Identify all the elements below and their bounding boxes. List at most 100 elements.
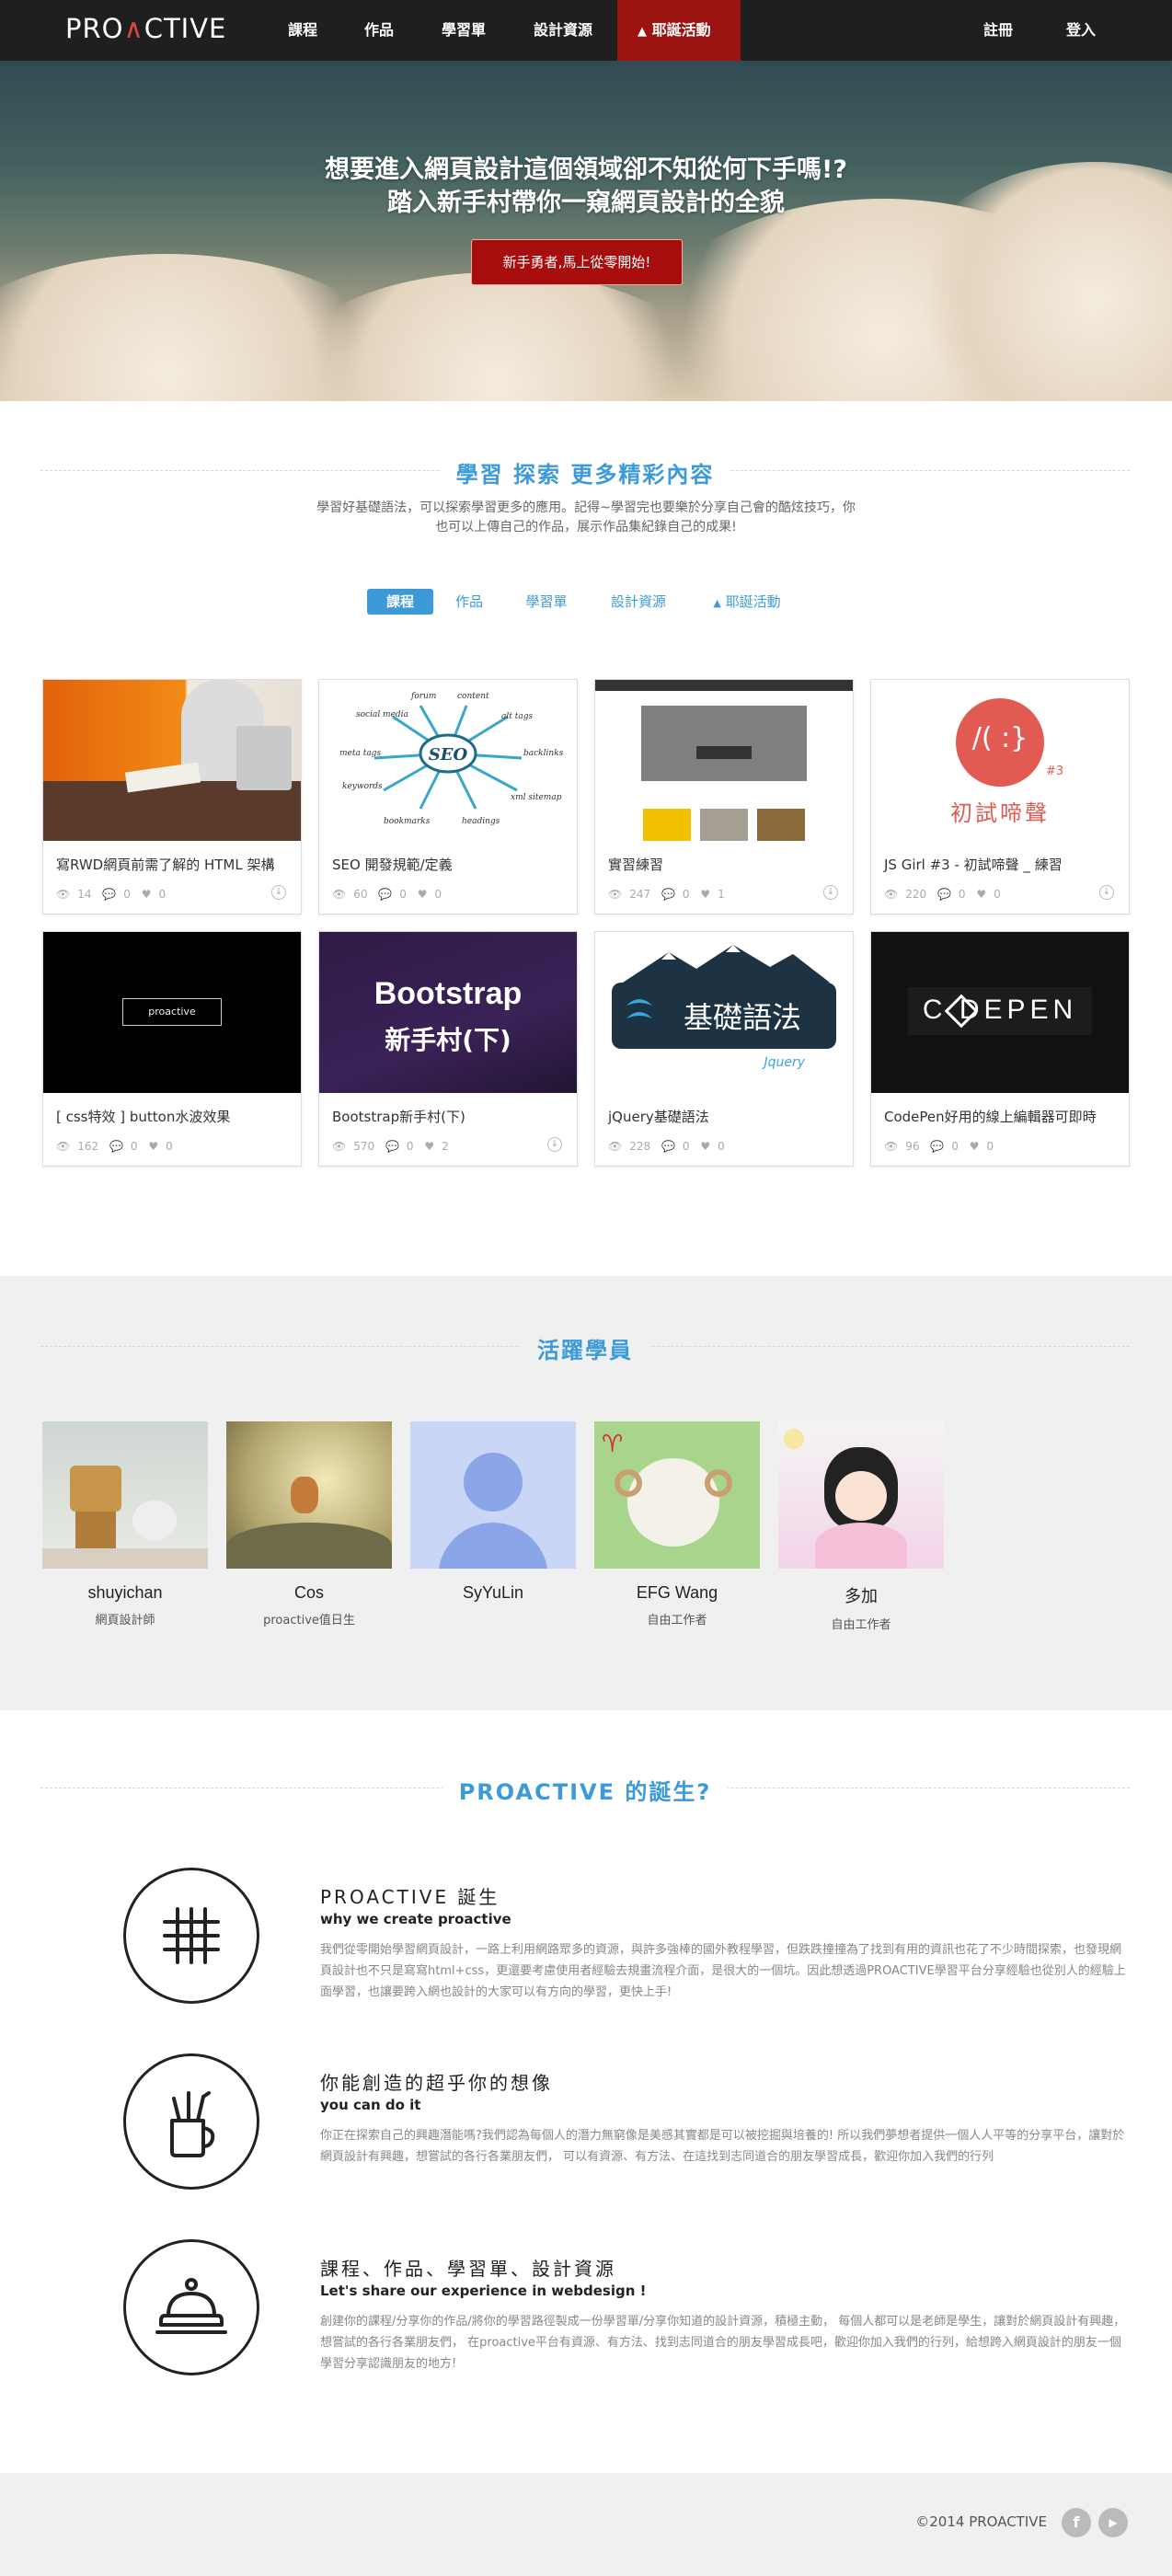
nav-christmas-event[interactable]: ▲ 耶誕活動 [617, 0, 741, 61]
nav-worksheets[interactable]: 學習單 [442, 0, 486, 61]
course-card[interactable]: proactive [ css特效 ] button水波效果 👁 162 💬 0 ♥… [42, 931, 302, 1167]
member-name: EFG Wang [636, 1583, 718, 1602]
member-name: 多加 [845, 1587, 878, 1605]
comment-icon: 💬 [936, 888, 951, 901]
member-card[interactable]: shuyichan 網頁設計師 [42, 1421, 208, 1627]
card-stats: 👁 220 💬 0 ♥ 0 [884, 888, 1008, 901]
card-stats: 👁 96 💬 0 ♥ 0 [884, 1140, 1001, 1153]
youtube-icon[interactable]: ▶ [1098, 2508, 1128, 2537]
like-count: 2 [442, 1140, 449, 1153]
start-button[interactable]: 新手勇者,馬上從零開始! [471, 239, 683, 285]
login-link[interactable]: 登入 [1066, 0, 1096, 61]
explore-heading: 學習 探索 更多精彩內容 [40, 456, 1130, 488]
members-heading: 活躍學員 [40, 1332, 1130, 1363]
comment-count: 0 [399, 888, 407, 901]
card-stats: 👁 247 💬 0 ♥ 1 [608, 888, 732, 901]
comment-icon: 💬 [378, 888, 393, 901]
download-icon[interactable]: ↓ [547, 1137, 562, 1152]
course-card[interactable]: /( :} #3 初試啼聲 JS Girl #3 - 初試啼聲 _ 練習 👁 22… [870, 679, 1130, 914]
seo-illustration: SEO social media forum content alt tags … [339, 692, 564, 826]
eye-icon: 👁 [884, 1140, 899, 1153]
member-card[interactable]: SyYuLin [410, 1421, 576, 1610]
download-icon[interactable]: ↓ [271, 885, 286, 900]
svg-text:headings: headings [462, 817, 500, 826]
tab-christmas[interactable]: ▲ 耶誕活動 [705, 589, 789, 615]
course-card[interactable]: C DEPEN CodePen好用的線上編輯器可即時 👁 96 💬 0 ♥ 0 [870, 931, 1130, 1167]
member-name: shuyichan [87, 1583, 163, 1602]
course-card[interactable]: 實習練習 👁 247 💬 0 ♥ 1 ↓ [594, 679, 854, 914]
avatar[interactable]: ♈ [594, 1421, 760, 1569]
like-count: 0 [434, 888, 442, 901]
member-card[interactable]: Cos proactive值日生 [226, 1421, 392, 1627]
view-count: 220 [905, 888, 927, 901]
hero-title-line1: 想要進入網頁設計這個領域卻不知從何下手嗎!? [325, 155, 847, 184]
explore-heading-text: 學習 探索 更多精彩內容 [439, 462, 731, 488]
like-count: 0 [158, 888, 167, 901]
card-thumbnail: C DEPEN [871, 932, 1129, 1093]
comment-count: 0 [682, 888, 690, 901]
member-role: 自由工作者 [647, 1614, 707, 1627]
avatar[interactable] [226, 1421, 392, 1569]
view-count: 96 [905, 1140, 920, 1153]
tab-design-resources[interactable]: 設計資源 [602, 589, 675, 615]
card-stats: 👁 228 💬 0 ♥ 0 [608, 1140, 732, 1153]
hero-title-line2: 踏入新手村帶你一窺網頁設計的全貌 [387, 189, 785, 217]
course-card[interactable]: 基礎語法 Jquery jQuery基礎語法 👁 228 💬 0 ♥ 0 [594, 931, 854, 1167]
svg-text:alt tags: alt tags [501, 712, 533, 721]
svg-text:Jquery: Jquery [761, 1055, 805, 1070]
nav-courses[interactable]: 課程 [288, 0, 317, 61]
like-count: 0 [166, 1140, 173, 1153]
copyright: ©2014 PROACTIVE [915, 2513, 1047, 2530]
tab-courses[interactable]: 課程 [367, 589, 433, 615]
view-count: 228 [629, 1140, 651, 1153]
heart-icon: ♥ [148, 1140, 159, 1153]
view-count: 14 [77, 888, 92, 901]
avatar[interactable] [778, 1421, 944, 1569]
nav-works[interactable]: 作品 [364, 0, 394, 61]
heart-icon: ♥ [700, 888, 711, 901]
course-card[interactable]: Bootstrap 新手村(下) Bootstrap新手村(下) 👁 570 💬 0… [318, 931, 578, 1167]
content-tabs: 課程 作品 學習單 設計資源 ▲ 耶誕活動 [0, 589, 1172, 615]
card-stats: 👁 570 💬 0 ♥ 2 [332, 1140, 456, 1153]
heart-icon: ♥ [141, 888, 152, 901]
member-card[interactable]: 多加 自由工作者 [778, 1421, 944, 1632]
card-title: jQuery基礎語法 [608, 1109, 709, 1125]
card-stats: 👁 162 💬 0 ♥ 0 [56, 1140, 180, 1153]
tab-christmas-label: 耶誕活動 [725, 593, 781, 610]
comment-count: 0 [682, 1140, 690, 1153]
svg-text:keywords: keywords [342, 782, 383, 791]
footer: ©2014 PROACTIVE f ▶ [0, 2473, 1172, 2576]
member-name: SyYuLin [462, 1583, 524, 1602]
heart-icon: ♥ [424, 1140, 435, 1153]
tab-works[interactable]: 作品 [447, 589, 491, 615]
card-thumbnail [595, 680, 853, 841]
member-card[interactable]: ♈ EFG Wang 自由工作者 [594, 1421, 760, 1627]
view-count: 570 [353, 1140, 375, 1153]
comment-icon: 💬 [661, 1140, 675, 1153]
explore-intro: 學習好基礎語法，可以探索學習更多的應用。記得~學習完也要樂於分享自己會的酷炫技巧… [0, 499, 1172, 537]
like-count: 0 [718, 1140, 725, 1153]
eye-icon: 👁 [884, 888, 899, 901]
course-card[interactable]: SEO social media forum content alt tags … [318, 679, 578, 914]
svg-text:xml sitemap: xml sitemap [511, 793, 562, 802]
tab-worksheets[interactable]: 學習單 [517, 589, 576, 615]
download-icon[interactable]: ↓ [823, 885, 838, 900]
download-icon[interactable]: ↓ [1099, 885, 1114, 900]
svg-text:social media: social media [356, 710, 408, 719]
hero-banner: 想要進入網頁設計這個領域卻不知從何下手嗎!? 踏入新手村帶你一窺網頁設計的全貌 … [0, 61, 1172, 401]
members-heading-text: 活躍學員 [521, 1338, 649, 1363]
course-card[interactable]: 寫RWD網頁前需了解的 HTML 架構 👁 14 💬 0 ♥ 0 ↓ [42, 679, 302, 914]
facebook-icon[interactable]: f [1062, 2508, 1091, 2537]
avatar[interactable] [410, 1421, 576, 1569]
feature-title: 你能創造的超乎你的想像 [320, 2072, 553, 2094]
comment-icon: 💬 [109, 1140, 123, 1153]
crown-icon [123, 2239, 259, 2375]
heart-icon: ♥ [417, 888, 428, 901]
site-logo[interactable]: PRO∧CTIVE [65, 13, 226, 44]
eye-icon: 👁 [56, 888, 71, 901]
register-link[interactable]: 註冊 [983, 0, 1013, 61]
avatar[interactable] [42, 1421, 208, 1569]
feature-subtitle: you can do it [320, 2097, 421, 2113]
heart-icon: ♥ [976, 888, 987, 901]
nav-design-resources[interactable]: 設計資源 [534, 0, 592, 61]
